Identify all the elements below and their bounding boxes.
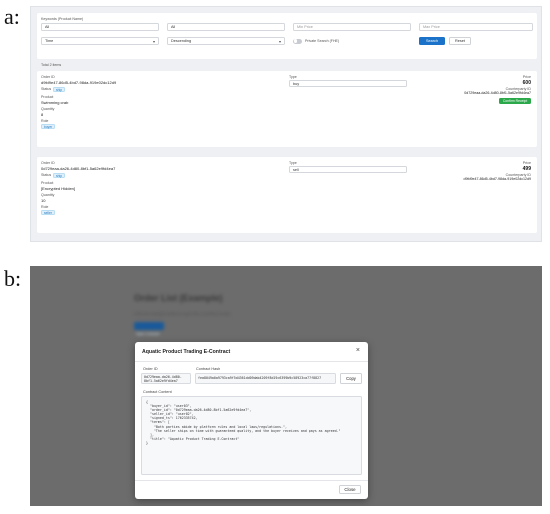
- quantity-label: Quantity: [41, 107, 55, 111]
- sort-order-value: Descending: [171, 39, 192, 43]
- type-label: Type: [289, 75, 297, 79]
- status-badge: ship: [53, 86, 66, 92]
- chevron-down-icon: ▾: [278, 39, 281, 44]
- order-card: Order ID d9fd9e47-86d5-4bd7-98da-919e02d…: [37, 71, 537, 147]
- price-value: 600: [522, 80, 531, 86]
- copy-button[interactable]: Copy: [340, 373, 362, 384]
- product-label: Product: [41, 181, 54, 185]
- role-badge: seller: [41, 210, 55, 215]
- search-button[interactable]: Search: [419, 37, 445, 45]
- product-label: Product: [41, 95, 54, 99]
- order-list-panel: Keywords (Product Name) All All Min Pric…: [30, 6, 542, 242]
- quantity-value: 8: [41, 112, 44, 117]
- background-button-label: Open Contract: [136, 332, 160, 336]
- close-icon[interactable]: ×: [356, 347, 360, 354]
- panel-a-label: a:: [4, 4, 20, 29]
- price-label: Price: [522, 75, 531, 79]
- product-value: Swimming crab: [41, 100, 69, 105]
- sort-field-value: Time: [45, 39, 54, 43]
- product-value: [Encrypted Hidden]: [41, 186, 76, 191]
- filter-card: Keywords (Product Name) All All Min Pric…: [37, 13, 537, 59]
- type-select-value: All: [171, 25, 176, 29]
- sort-field-select[interactable]: Time ▾: [41, 37, 159, 45]
- role-label: Role: [41, 119, 49, 123]
- order-card: Order ID 0d729eaa-da26-4d80-8bf1-5a62e9f…: [37, 157, 537, 233]
- order-id-value: 0d729eaa-da26-4d80-8bf1-5a62e9fd4ea7: [41, 166, 116, 171]
- contract-hash-field: fea8049a0a9793ca9f5d4361dd09dab4209f8d19…: [195, 373, 336, 384]
- type-field: buy: [289, 80, 407, 87]
- status-label: Status: [41, 87, 52, 91]
- price-value: 499: [522, 166, 531, 172]
- reset-button[interactable]: Reset: [449, 37, 471, 45]
- price-label: Price: [522, 161, 531, 165]
- order-id-label: Order ID: [143, 367, 158, 371]
- min-price-input[interactable]: Min Price: [293, 23, 411, 31]
- private-search-toggle[interactable]: [293, 38, 302, 44]
- background-title: Order List (Example): [134, 293, 223, 303]
- confirm-receipt-button[interactable]: Confirm Receipt: [499, 98, 531, 104]
- order-id-field: 0d729eaa-da26-4d80- 8bf1-5a62e9fd4ea7: [141, 373, 191, 384]
- modal-divider: [135, 480, 368, 481]
- close-button[interactable]: Close: [339, 485, 361, 494]
- background-button: Open Contract: [134, 322, 164, 336]
- order-id-label: Order ID: [41, 161, 55, 165]
- status-label: Status: [41, 173, 52, 177]
- role-badge: buyer: [41, 124, 56, 129]
- type-label: Type: [289, 161, 297, 165]
- contract-modal-screen: Order List (Example) Click the example b…: [30, 266, 542, 506]
- modal-divider: [135, 361, 368, 362]
- role-label: Role: [41, 205, 49, 209]
- quantity-label: Quantity: [41, 193, 55, 197]
- contract-content-label: Contract Content: [143, 390, 172, 394]
- order-id-label: Order ID: [41, 75, 55, 79]
- chevron-down-icon: ▾: [152, 39, 155, 44]
- background-subtitle: Click the example button to open the e-c…: [134, 311, 230, 316]
- contract-hash-label: Contract Hash: [196, 367, 221, 371]
- private-search-label: Private Search (FHE): [305, 38, 340, 43]
- quantity-value: 10: [41, 198, 46, 203]
- total-count: Total 2 items: [41, 63, 62, 67]
- order-id-value: d9fd9e47-86d5-4bd7-98da-919e02dc12d9: [41, 80, 117, 85]
- keywords-label: Keywords (Product Name): [41, 17, 84, 21]
- counterparty-value: d9fd9e47-86d5-4bd7-98da-919e02dc12d9: [463, 177, 531, 181]
- max-price-input[interactable]: Max Price: [419, 23, 533, 31]
- status-badge: ship: [53, 172, 66, 178]
- keywords-input[interactable]: All: [41, 23, 159, 31]
- panel-b-label: b:: [4, 266, 22, 291]
- modal-title: Aquatic Product Trading E-Contract: [142, 349, 231, 355]
- type-select[interactable]: All: [167, 23, 285, 31]
- contract-content: { "buyer_id": "user03", "order_id": "0d7…: [141, 396, 362, 475]
- type-field: sell: [289, 166, 407, 173]
- counterparty-value: 0d729eaa-da26-4d80-8bf1-5a62e9fd4ea7: [464, 91, 531, 95]
- e-contract-modal: Aquatic Product Trading E-Contract × Ord…: [135, 342, 368, 499]
- sort-order-select[interactable]: Descending ▾: [167, 37, 285, 45]
